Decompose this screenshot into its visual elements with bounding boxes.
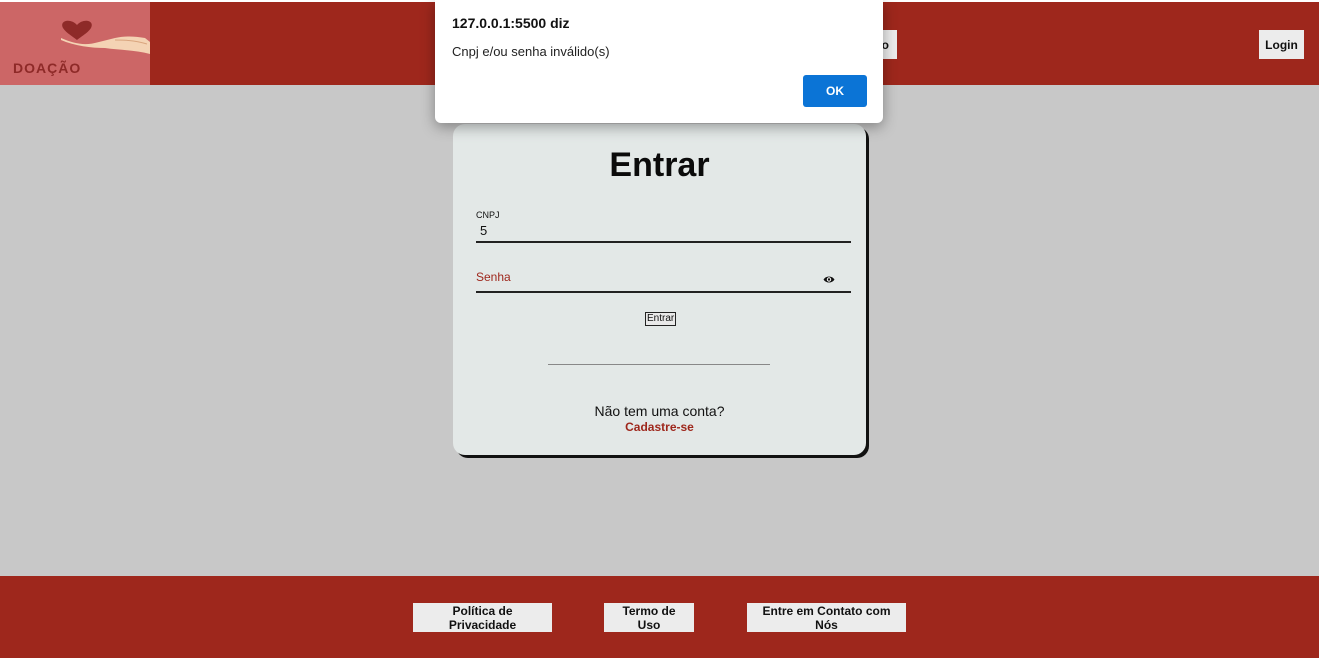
- submit-button[interactable]: Entrar: [645, 312, 677, 326]
- cnpj-label: CNPJ: [476, 210, 500, 220]
- senha-input[interactable]: Senha: [476, 270, 511, 284]
- login-button[interactable]: Login: [1259, 30, 1304, 59]
- cnpj-input[interactable]: 5: [480, 223, 487, 238]
- logo-text: DOAÇÃO: [13, 60, 82, 76]
- divider: [548, 364, 770, 365]
- alert-dialog: 127.0.0.1:5500 diz Cnpj e/ou senha invál…: [435, 0, 883, 123]
- footer-privacy-button[interactable]: Política de Privacidade: [413, 603, 552, 632]
- logo[interactable]: DOAÇÃO: [0, 2, 150, 85]
- footer-terms-button[interactable]: Termo de Uso: [604, 603, 694, 632]
- dialog-message: Cnpj e/ou senha inválido(s): [452, 44, 610, 59]
- page-title: Entrar: [609, 146, 710, 184]
- footer: Política de Privacidade Termo de Uso Ent…: [0, 576, 1319, 658]
- signup-link[interactable]: Cadastre-se: [453, 420, 866, 434]
- eye-icon[interactable]: [823, 275, 835, 284]
- senha-underline: [476, 291, 851, 293]
- signup-question: Não tem uma conta?: [594, 403, 725, 419]
- hand-heart-icon: [61, 20, 150, 54]
- footer-contact-button[interactable]: Entre em Contato com Nós: [747, 603, 906, 632]
- dialog-ok-button[interactable]: OK: [803, 75, 867, 107]
- cnpj-underline: [476, 241, 851, 243]
- login-card: Entrar CNPJ 5 Senha Entrar Não tem uma c…: [453, 124, 866, 455]
- dialog-title: 127.0.0.1:5500 diz: [452, 15, 570, 31]
